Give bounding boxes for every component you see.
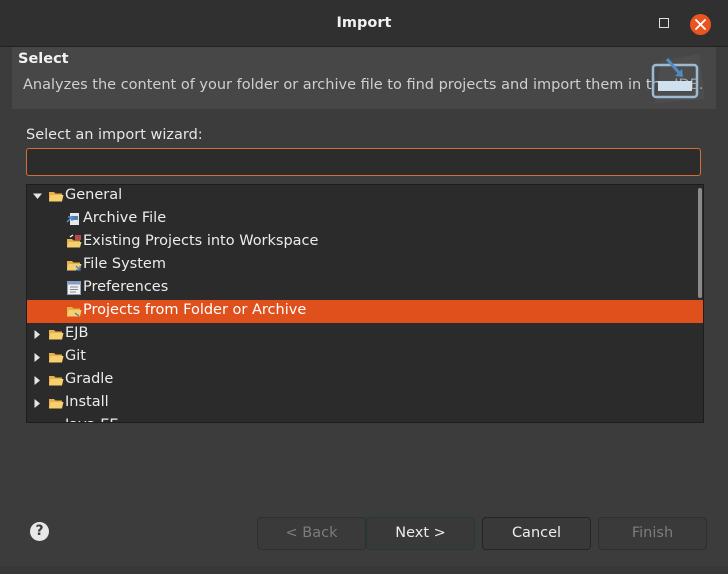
page-description: Analyzes the content of your folder or a… [23, 77, 704, 93]
tree-scrollbar[interactable] [698, 188, 702, 298]
tree-item-label: Gradle [65, 371, 114, 387]
chevron-right-icon[interactable] [33, 422, 42, 423]
tree-item[interactable]: Java EE [27, 415, 703, 423]
chevron-right-icon[interactable] [33, 353, 42, 362]
wizard-header: Select Analyzes the content of your fold… [12, 47, 716, 109]
title-bar: Import [0, 0, 728, 47]
folder-open-icon [49, 192, 64, 202]
help-button[interactable]: ? [30, 522, 49, 541]
folder-open-icon [49, 353, 64, 363]
preferences-icon [67, 281, 81, 295]
next-button[interactable]: Next > [366, 517, 475, 550]
wizard-filter-input[interactable] [26, 148, 701, 176]
existing-projects-icon [67, 234, 82, 248]
folder-open-icon [49, 330, 64, 340]
file-system-icon [67, 261, 82, 271]
tree-item[interactable]: Git [27, 346, 703, 369]
back-button[interactable]: < Back [257, 517, 366, 550]
cancel-button[interactable]: Cancel [482, 517, 591, 550]
folder-open-icon [48, 418, 64, 423]
archive-file-icon [66, 213, 79, 225]
tree-item-label: Install [65, 394, 109, 410]
tree-item[interactable]: Install [27, 392, 703, 415]
tree-item[interactable]: Preferences [27, 277, 703, 300]
tree-item-label: Git [65, 348, 86, 364]
wizard-tree[interactable]: Java EE Install Gradle Git EJB Projects from … [26, 184, 704, 423]
finish-button[interactable]: Finish [598, 517, 707, 550]
tree-item[interactable]: Projects from Folder or Archive [27, 300, 703, 323]
chevron-right-icon[interactable] [33, 399, 42, 408]
tree-item[interactable]: General [27, 185, 703, 208]
tree-item[interactable]: Archive File [27, 208, 703, 231]
tree-item-label: Java EE [65, 417, 119, 422]
tree-item[interactable]: Gradle [27, 369, 703, 392]
tree-item[interactable]: EJB [27, 323, 703, 346]
maximize-button[interactable] [659, 18, 669, 28]
projects-folder-icon [67, 307, 82, 317]
folder-open-icon [49, 399, 64, 409]
tree-item-label: EJB [65, 325, 89, 341]
folder-open-icon [49, 376, 64, 386]
chevron-right-icon[interactable] [33, 376, 42, 385]
page-title: Select [18, 51, 69, 67]
chevron-right-icon[interactable] [33, 330, 42, 339]
tree-item-label: Existing Projects into Workspace [83, 233, 319, 249]
tree-item-label: Archive File [83, 210, 167, 226]
tree-item[interactable]: Existing Projects into Workspace [27, 231, 703, 254]
window-title: Import [336, 15, 392, 31]
tree-item[interactable]: File System [27, 254, 703, 277]
tree-item-label: Projects from Folder or Archive [83, 302, 307, 318]
window-bottom-edge [0, 566, 728, 574]
import-banner-icon [651, 54, 705, 103]
tree-item-label: File System [83, 256, 166, 272]
tree-item-label: Preferences [83, 279, 169, 295]
wizard-label: Select an import wizard: [26, 127, 203, 143]
close-icon [695, 19, 706, 30]
help-icon: ? [35, 523, 44, 539]
close-button[interactable] [690, 14, 711, 35]
chevron-down-icon[interactable] [33, 192, 42, 201]
tree-item-label: General [65, 187, 123, 203]
